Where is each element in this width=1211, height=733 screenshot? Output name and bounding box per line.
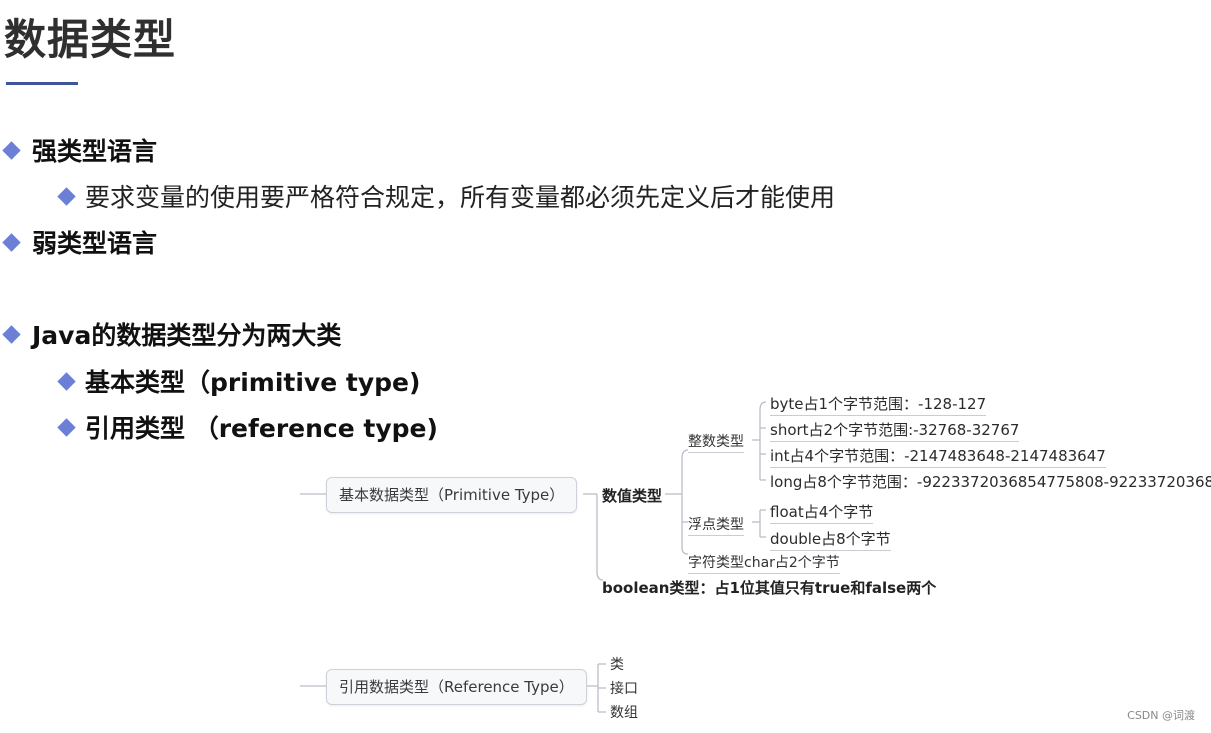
mindmap-leaf-int: int占4个字节范围：-2147483648-2147483647 bbox=[770, 445, 1106, 468]
mindmap-connectors bbox=[300, 401, 767, 713]
mindmap-leaf-class: 类 bbox=[610, 657, 624, 673]
mindmap-node-numeric: 数值类型 bbox=[602, 487, 663, 505]
mindmap-leaf-byte: byte占1个字节范围：-128-127 bbox=[770, 393, 987, 416]
mindmap-leaf-float: float占4个字节 bbox=[770, 501, 874, 524]
mindmap-leaf-long: long占8个字节范围：-9223372036854775808-9223372… bbox=[770, 473, 1211, 492]
mindmap-node-float: 浮点类型 bbox=[688, 514, 744, 536]
mindmap-leaf-long-clip: long占8个字节范围：-9223372036854775808-9223372… bbox=[770, 471, 1211, 492]
mindmap-node-integer: 整数类型 bbox=[688, 431, 744, 453]
mindmap-node-boolean: boolean类型：占1位其值只有true和false两个 bbox=[602, 579, 937, 597]
mindmap-node-char: 字符类型char占2个字节 bbox=[688, 552, 840, 574]
mindmap-leaf-interface: 接口 bbox=[610, 681, 638, 697]
mindmap-leaf-double: double占8个字节 bbox=[770, 528, 891, 551]
mindmap-node-primitive-root: 基本数据类型（Primitive Type） bbox=[326, 477, 578, 513]
watermark: CSDN @词渡 bbox=[1127, 709, 1195, 722]
mindmap-leaf-short: short占2个字节范围:-32768-32767 bbox=[770, 419, 1020, 442]
mindmap-node-reference-root: 引用数据类型（Reference Type） bbox=[326, 669, 587, 705]
mindmap-leaf-array: 数组 bbox=[610, 705, 638, 721]
